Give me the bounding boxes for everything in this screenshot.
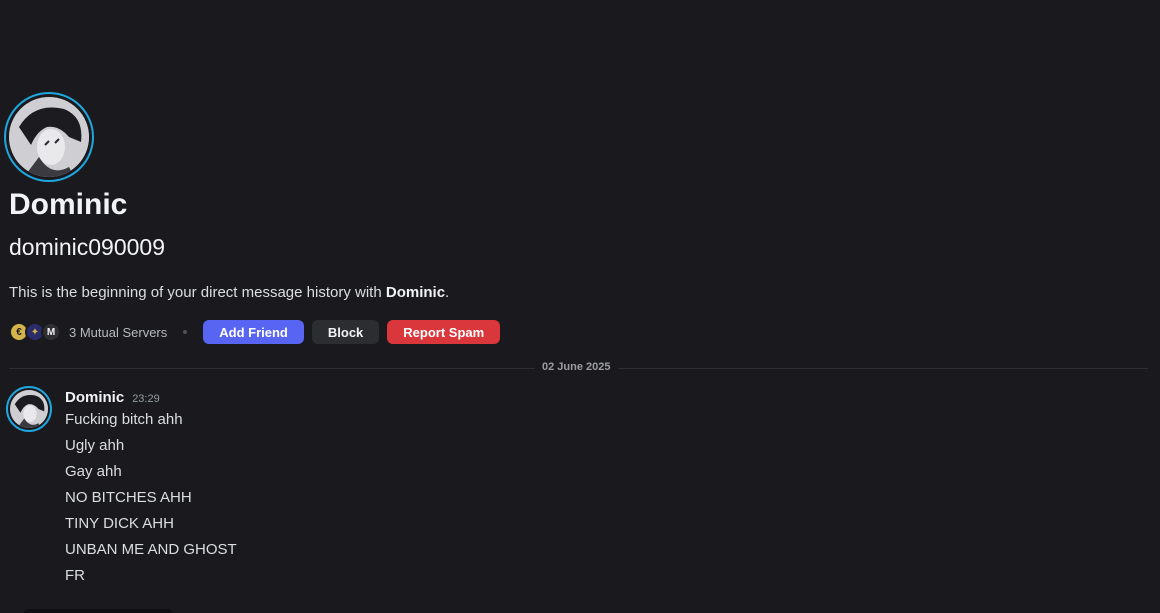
block-button[interactable]: Block — [311, 320, 380, 344]
mutual-servers-link[interactable]: 3 Mutual Servers — [69, 325, 167, 340]
separator-dot — [183, 330, 188, 334]
message-line[interactable]: TINY DICK AHH — [65, 514, 237, 540]
message-header: Dominic 23:29 — [65, 389, 160, 406]
message-line[interactable]: FR — [65, 566, 237, 592]
date-divider-label: 02 June 2025 — [535, 361, 618, 373]
message-line[interactable]: UNBAN ME AND GHOST — [65, 540, 237, 566]
intro-prefix: This is the beginning of your direct mes… — [9, 284, 386, 301]
user-avatar-icon — [9, 97, 89, 177]
profile-display-name: Dominic — [9, 188, 128, 221]
add-friend-button[interactable]: Add Friend — [203, 320, 304, 344]
message-avatar[interactable] — [6, 386, 52, 432]
mutual-server-icons[interactable]: € ✦ M — [9, 322, 61, 342]
message-line[interactable]: Ugly ahh — [65, 436, 237, 462]
message-group: Fucking bitch ahh Ugly ahh Gay ahh NO BI… — [65, 410, 237, 592]
message-line[interactable]: Fucking bitch ahh — [65, 410, 237, 436]
intro-name: Dominic — [385, 284, 446, 301]
intro-suffix: . — [445, 284, 450, 301]
scroll-edge-shadow — [24, 609, 172, 613]
profile-username: dominic090009 — [9, 234, 166, 260]
server-icon-m: M — [41, 322, 61, 342]
report-spam-button[interactable]: Report Spam — [387, 320, 501, 344]
profile-action-row: € ✦ M 3 Mutual Servers Add Friend Block … — [9, 320, 508, 344]
message-author[interactable]: Dominic — [65, 389, 124, 406]
message-timestamp: 23:29 — [132, 393, 160, 405]
dm-channel: Dominic dominic090009 This is the beginn… — [0, 0, 1160, 613]
dm-intro-text: This is the beginning of your direct mes… — [9, 284, 449, 301]
message-line[interactable]: Gay ahh — [65, 462, 237, 488]
user-avatar-icon — [10, 390, 48, 428]
profile-avatar[interactable] — [4, 92, 94, 182]
message-line[interactable]: NO BITCHES AHH — [65, 488, 237, 514]
